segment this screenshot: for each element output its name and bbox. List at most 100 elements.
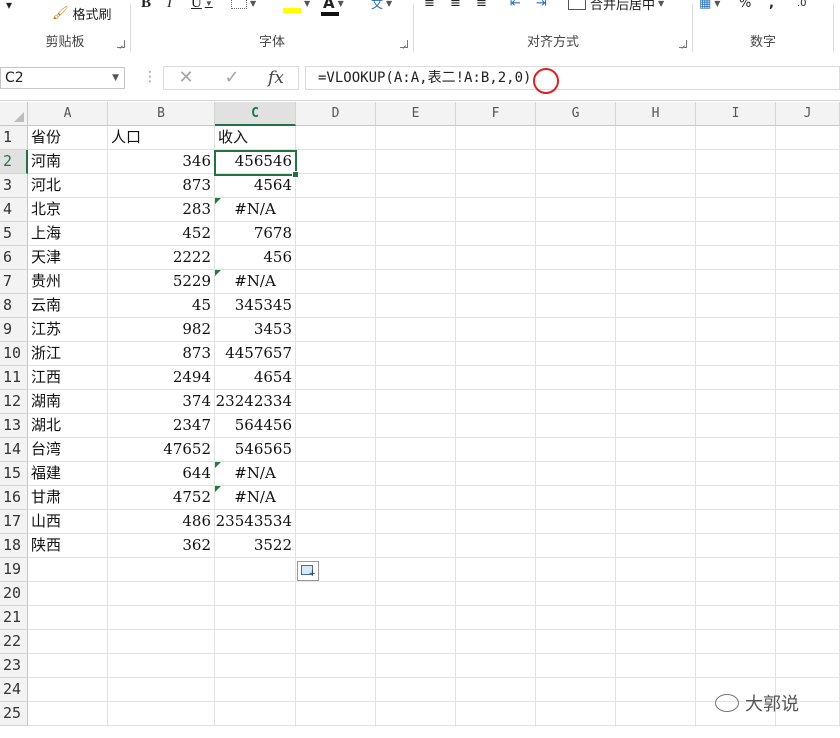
- cell-a14[interactable]: 台湾: [28, 438, 108, 462]
- cell-g9[interactable]: [536, 318, 616, 342]
- select-all-button[interactable]: [0, 102, 28, 126]
- cell-h12[interactable]: [616, 390, 696, 414]
- cell-a19[interactable]: [28, 558, 108, 582]
- cell-d20[interactable]: [296, 582, 376, 606]
- align-left-button[interactable]: ≡: [424, 0, 435, 14]
- cell-j10[interactable]: [776, 342, 840, 366]
- cell-d2[interactable]: [296, 150, 376, 174]
- cell-e13[interactable]: [376, 414, 456, 438]
- cell-i2[interactable]: [696, 150, 776, 174]
- column-header-j[interactable]: J: [776, 102, 840, 126]
- cell-e4[interactable]: [376, 198, 456, 222]
- cell-c16[interactable]: #N/A: [215, 486, 296, 510]
- cell-j16[interactable]: [776, 486, 840, 510]
- cell-e9[interactable]: [376, 318, 456, 342]
- cell-j6[interactable]: [776, 246, 840, 270]
- cell-h13[interactable]: [616, 414, 696, 438]
- italic-button[interactable]: I: [167, 0, 172, 14]
- row-header[interactable]: 13: [0, 414, 28, 438]
- cell-d24[interactable]: [296, 678, 376, 702]
- cell-d7[interactable]: [296, 270, 376, 294]
- cell-i7[interactable]: [696, 270, 776, 294]
- cell-c24[interactable]: [215, 678, 296, 702]
- cell-b25[interactable]: [108, 702, 215, 726]
- cell-a8[interactable]: 云南: [28, 294, 108, 318]
- cell-d12[interactable]: [296, 390, 376, 414]
- cell-h1[interactable]: [616, 126, 696, 150]
- cell-c11[interactable]: 4654: [215, 366, 296, 390]
- cell-a24[interactable]: [28, 678, 108, 702]
- cell-i23[interactable]: [696, 654, 776, 678]
- cell-a2[interactable]: 河南: [28, 150, 108, 174]
- row-header[interactable]: 20: [0, 582, 28, 606]
- cell-i18[interactable]: [696, 534, 776, 558]
- cell-c12[interactable]: 23242334: [215, 390, 296, 414]
- alignment-launcher-icon[interactable]: [679, 40, 687, 48]
- cell-h20[interactable]: [616, 582, 696, 606]
- cell-g5[interactable]: [536, 222, 616, 246]
- cell-e5[interactable]: [376, 222, 456, 246]
- cell-i19[interactable]: [696, 558, 776, 582]
- row-header[interactable]: 24: [0, 678, 28, 702]
- cell-j14[interactable]: [776, 438, 840, 462]
- cell-b18[interactable]: 362: [108, 534, 215, 558]
- cell-a22[interactable]: [28, 630, 108, 654]
- row-header[interactable]: 21: [0, 606, 28, 630]
- row-header[interactable]: 15: [0, 462, 28, 486]
- cell-c1[interactable]: 收入: [215, 126, 296, 150]
- cell-d10[interactable]: [296, 342, 376, 366]
- cell-f5[interactable]: [456, 222, 536, 246]
- column-header-c[interactable]: C: [215, 102, 296, 126]
- cell-e18[interactable]: [376, 534, 456, 558]
- cell-h3[interactable]: [616, 174, 696, 198]
- cell-a16[interactable]: 甘肃: [28, 486, 108, 510]
- cell-e11[interactable]: [376, 366, 456, 390]
- cell-j21[interactable]: [776, 606, 840, 630]
- cell-h10[interactable]: [616, 342, 696, 366]
- row-header[interactable]: 3: [0, 174, 28, 198]
- column-header-d[interactable]: D: [296, 102, 376, 126]
- cell-b7[interactable]: 5229: [108, 270, 215, 294]
- resize-handle-icon[interactable]: ⋮: [143, 69, 157, 85]
- cell-a5[interactable]: 上海: [28, 222, 108, 246]
- decrease-indent-button[interactable]: ⇤: [510, 0, 521, 14]
- cell-j11[interactable]: [776, 366, 840, 390]
- cell-f6[interactable]: [456, 246, 536, 270]
- cell-g3[interactable]: [536, 174, 616, 198]
- cell-e12[interactable]: [376, 390, 456, 414]
- cell-c19[interactable]: [215, 558, 296, 582]
- cell-b15[interactable]: 644: [108, 462, 215, 486]
- cell-b24[interactable]: [108, 678, 215, 702]
- name-box[interactable]: C2 ▼: [0, 67, 125, 89]
- cell-e19[interactable]: [376, 558, 456, 582]
- cell-g17[interactable]: [536, 510, 616, 534]
- cell-b4[interactable]: 283: [108, 198, 215, 222]
- cell-j7[interactable]: [776, 270, 840, 294]
- cell-d15[interactable]: [296, 462, 376, 486]
- enter-icon[interactable]: ✓: [212, 67, 252, 89]
- cell-c18[interactable]: 3522: [215, 534, 296, 558]
- cell-j20[interactable]: [776, 582, 840, 606]
- cell-a11[interactable]: 江西: [28, 366, 108, 390]
- cell-h7[interactable]: [616, 270, 696, 294]
- cell-g4[interactable]: [536, 198, 616, 222]
- cell-b11[interactable]: 2494: [108, 366, 215, 390]
- cell-g24[interactable]: [536, 678, 616, 702]
- merge-center-button[interactable]: 合并后居中 ▼: [568, 0, 664, 14]
- cell-f16[interactable]: [456, 486, 536, 510]
- underline-button[interactable]: U ▼: [191, 0, 213, 14]
- cell-b19[interactable]: [108, 558, 215, 582]
- phonetic-button[interactable]: 文 ▼: [371, 0, 392, 14]
- cell-i3[interactable]: [696, 174, 776, 198]
- cell-a15[interactable]: 福建: [28, 462, 108, 486]
- cell-c15[interactable]: #N/A: [215, 462, 296, 486]
- cell-f12[interactable]: [456, 390, 536, 414]
- accounting-format-button[interactable]: ▦ ▼: [699, 0, 720, 14]
- cell-b14[interactable]: 47652: [108, 438, 215, 462]
- cell-g12[interactable]: [536, 390, 616, 414]
- cell-j1[interactable]: [776, 126, 840, 150]
- cell-e7[interactable]: [376, 270, 456, 294]
- cell-b20[interactable]: [108, 582, 215, 606]
- cell-c9[interactable]: 3453: [215, 318, 296, 342]
- cell-i4[interactable]: [696, 198, 776, 222]
